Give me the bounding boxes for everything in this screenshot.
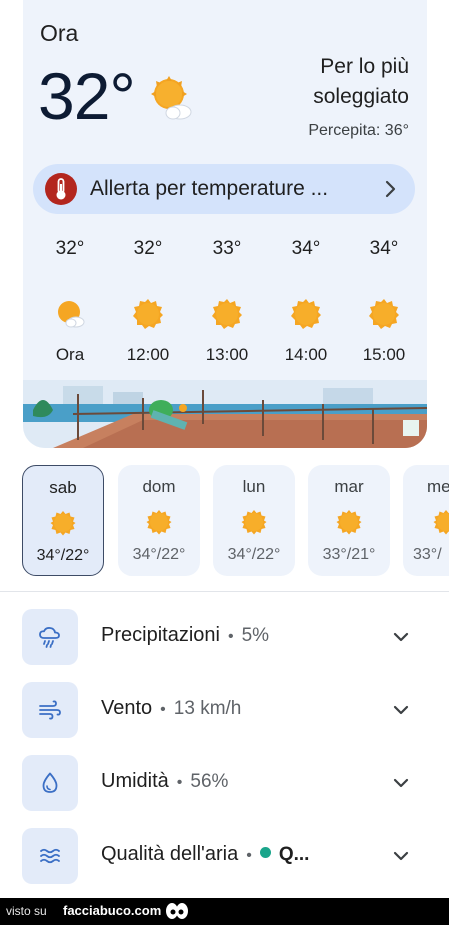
hourly-time: 12:00 (126, 345, 170, 364)
eyes-logo-icon (166, 903, 188, 919)
air-quality-row[interactable]: Qualità dell'aria • Q... (22, 828, 422, 884)
hourly-time: 15:00 (362, 345, 406, 364)
day-name: mar (334, 477, 364, 496)
wind-icon (22, 682, 78, 738)
sun-icon (291, 299, 321, 329)
sun-icon (212, 299, 242, 329)
day-range: 34°/22° (227, 546, 281, 563)
wind-row[interactable]: Vento • 13 km/h (22, 682, 422, 738)
precipitation-row[interactable]: Precipitazioni • 5% (22, 609, 422, 665)
watermark-prefix: visto su (6, 904, 47, 918)
separator-dot: • (160, 701, 166, 718)
separator-dot: • (176, 774, 183, 791)
day-chip[interactable]: dom 34°/22° (118, 465, 200, 576)
detail-label: Qualità dell'aria (101, 843, 239, 865)
day-name: lun (242, 477, 266, 496)
hourly-temp: 33° (212, 238, 242, 259)
hourly-time: 13:00 (205, 345, 249, 364)
detail-label: Umidità (101, 770, 169, 792)
sun-icon (336, 510, 362, 535)
heat-alert-button[interactable]: Allerta per temperature ... (33, 164, 415, 214)
current-temperature: 32° (38, 59, 136, 133)
condition-text: Per lo più soleggiato (313, 55, 409, 108)
sun-icon (133, 299, 163, 329)
separator-dot: • (227, 628, 234, 645)
separator-dot: • (246, 847, 252, 864)
hourly-temp: 32° (133, 238, 163, 259)
humidity-row[interactable]: Umidità • 56% (22, 755, 422, 811)
day-chip-selected[interactable]: sab 34°/22° (22, 465, 104, 576)
feels-like: Percepita: 36° (308, 122, 409, 139)
current-label: Ora (40, 20, 79, 46)
air-quality-icon (22, 828, 78, 884)
day-name: sab (49, 478, 77, 497)
chevron-down-icon (393, 632, 409, 642)
sun-icon (50, 511, 76, 536)
day-range: 34°/22° (36, 547, 90, 564)
sun-icon (433, 510, 449, 535)
thermometer-icon (45, 173, 77, 205)
day-range: 34°/22° (132, 546, 186, 563)
day-chip-partial[interactable]: me 33°/ (403, 465, 449, 576)
hourly-temp: 32° (55, 238, 85, 259)
hourly-temp: 34° (369, 238, 399, 259)
chevron-down-icon (393, 851, 409, 861)
sun-icon (369, 299, 399, 329)
droplet-icon (22, 755, 78, 811)
day-range: 33°/21° (322, 546, 376, 563)
day-chip[interactable]: lun 34°/22° (213, 465, 295, 576)
hourly-temp: 34° (291, 238, 321, 259)
partly-sunny-icon (151, 76, 192, 120)
detail-value: 13 km/h (173, 698, 242, 719)
chevron-right-icon (385, 180, 396, 198)
watermark-bar: visto su facciabuco.com (0, 898, 449, 925)
day-name: me (427, 477, 449, 496)
detail-label: Precipitazioni (101, 624, 220, 646)
rain-cloud-icon (22, 609, 78, 665)
chevron-down-icon (393, 778, 409, 788)
alert-text: Allerta per temperature ... (90, 177, 329, 200)
day-chip[interactable]: mar 33°/21° (308, 465, 390, 576)
hourly-time: Ora (55, 345, 85, 364)
weather-scene-illustration (23, 380, 427, 448)
watermark-site: facciabuco.com (63, 903, 162, 918)
day-name: dom (142, 477, 176, 496)
air-quality-status-dot (259, 847, 271, 859)
detail-value: 56% (190, 771, 229, 792)
detail-value: 5% (241, 625, 270, 646)
section-divider (0, 591, 449, 592)
chevron-down-icon (393, 705, 409, 715)
sun-icon (146, 510, 172, 535)
sun-icon (241, 510, 267, 535)
partly-sunny-icon (58, 301, 85, 328)
detail-label: Vento (101, 697, 153, 719)
hourly-time: 14:00 (284, 345, 328, 364)
detail-value: Q... (278, 844, 310, 865)
day-range: 33°/ (413, 546, 442, 563)
current-weather-card: Ora 32° Per lo più soleggiato Percepita:… (23, 0, 427, 448)
